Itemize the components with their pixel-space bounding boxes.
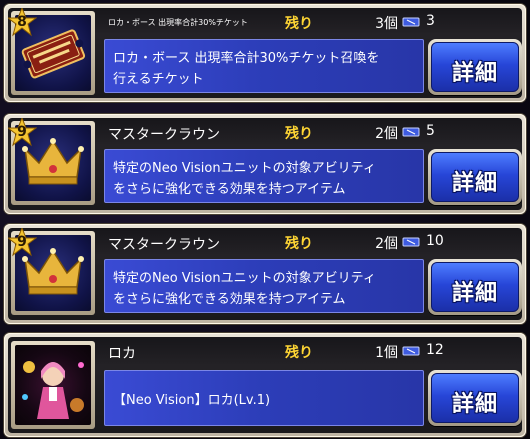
owned-count: 12 — [426, 342, 444, 358]
rarity-number: 8 — [17, 14, 27, 30]
item-thumbnail: 9 — [8, 228, 95, 315]
description-line-1: 【Neo Vision】ロカ(Lv.1) — [113, 393, 271, 408]
owned-count: 5 — [426, 123, 435, 139]
item-description: ロカ・ボース 出現率合計30%チケット召喚を 行えるチケット — [104, 39, 424, 93]
owned-ticket-icon — [402, 237, 420, 247]
owned-ticket-icon — [402, 17, 420, 27]
detail-button-label: 詳細 — [451, 392, 498, 417]
item-card-body: ロカ 残り 1個 12 【Neo Vision】ロカ(Lv.1) 詳細 — [8, 337, 522, 433]
item-thumbnail — [11, 341, 95, 429]
owned-ticket-icon — [402, 127, 420, 137]
description-line-1: 特定のNeo Visionユニットの対象アビリティ — [113, 271, 376, 286]
detail-button-label: 詳細 — [451, 281, 498, 306]
rarity-star-badge: 8 — [8, 8, 37, 37]
item-card-body: 8 ロカ・ボース 出現率合計30%チケット 残り 3個 3 ロカ・ボース 出現率… — [8, 8, 522, 98]
item-card-master-crown: 9 マスタークラウン 残り 2個 5 特定のNeo Visionユニットの対象ア… — [4, 114, 526, 214]
remaining-label: 残り — [285, 236, 313, 252]
detail-button[interactable]: 詳細 — [428, 39, 522, 95]
item-thumbnail: 9 — [8, 118, 95, 205]
remaining-count: 2個 — [375, 126, 398, 142]
item-card-body: 9 マスタークラウン 残り 2個 5 特定のNeo Visionユニットの対象ア… — [8, 118, 522, 210]
item-description: 特定のNeo Visionユニットの対象アビリティ をさらに強化できる効果を持つ… — [104, 149, 424, 203]
remaining-label: 残り — [285, 126, 313, 142]
rarity-number: 9 — [17, 124, 27, 140]
rarity-star-badge: 9 — [8, 118, 37, 147]
remaining-label: 残り — [285, 16, 313, 32]
description-line-2: 行えるチケット — [113, 72, 204, 87]
detail-button-label: 詳細 — [451, 61, 498, 86]
description-line-1: ロカ・ボース 出現率合計30%チケット召喚を — [113, 51, 380, 66]
item-card-body: 9 マスタークラウン 残り 2個 10 特定のNeo Visionユニットの対象… — [8, 228, 522, 320]
item-description: 【Neo Vision】ロカ(Lv.1) — [104, 370, 424, 426]
item-name: ロカ — [108, 346, 136, 362]
remaining-label: 残り — [285, 345, 313, 361]
item-card-ticket: 8 ロカ・ボース 出現率合計30%チケット 残り 3個 3 ロカ・ボース 出現率… — [4, 4, 526, 102]
detail-button[interactable]: 詳細 — [428, 149, 522, 205]
item-card-roka: ロカ 残り 1個 12 【Neo Vision】ロカ(Lv.1) 詳細 — [4, 333, 526, 437]
character-portrait — [22, 361, 84, 419]
exchange-item-list: 8 ロカ・ボース 出現率合計30%チケット 残り 3個 3 ロカ・ボース 出現率… — [0, 0, 530, 439]
item-name: ロカ・ボース 出現率合計30%チケット — [108, 18, 248, 27]
item-name: マスタークラウン — [108, 127, 220, 143]
owned-count: 10 — [426, 233, 444, 249]
item-name: マスタークラウン — [108, 237, 220, 253]
rarity-number: 9 — [17, 234, 27, 250]
detail-button-label: 詳細 — [451, 171, 498, 196]
detail-button[interactable]: 詳細 — [428, 370, 522, 426]
item-card-master-crown: 9 マスタークラウン 残り 2個 10 特定のNeo Visionユニットの対象… — [4, 224, 526, 324]
owned-count: 3 — [426, 13, 435, 29]
detail-button[interactable]: 詳細 — [428, 259, 522, 315]
remaining-count: 1個 — [375, 345, 398, 361]
owned-ticket-icon — [402, 346, 420, 356]
remaining-count: 3個 — [375, 16, 398, 32]
item-description: 特定のNeo Visionユニットの対象アビリティ をさらに強化できる効果を持つ… — [104, 259, 424, 313]
description-line-2: をさらに強化できる効果を持つアイテム — [113, 182, 346, 197]
remaining-count: 2個 — [375, 236, 398, 252]
item-thumbnail: 8 — [8, 8, 95, 95]
rarity-star-badge: 9 — [8, 228, 37, 257]
description-line-1: 特定のNeo Visionユニットの対象アビリティ — [113, 161, 376, 176]
description-line-2: をさらに強化できる効果を持つアイテム — [113, 292, 346, 307]
